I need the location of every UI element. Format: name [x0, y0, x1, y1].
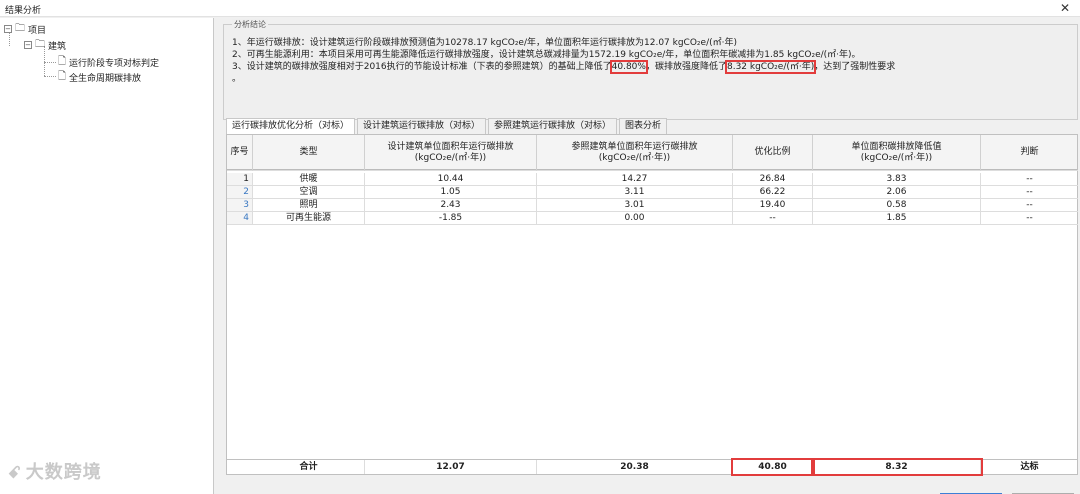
table-cell-ratio[interactable]: 19.40	[733, 199, 813, 212]
table-cell-judge[interactable]: --	[981, 199, 1078, 212]
table-cell-judge[interactable]: --	[981, 212, 1078, 225]
total-reference: 20.38	[537, 460, 733, 474]
tab-bar: 运行碳排放优化分析（对标） 设计建筑运行碳排放（对标） 参照建筑运行碳排放（对标…	[226, 118, 669, 134]
header-ratio: 优化比例	[733, 135, 813, 171]
total-label: 合计	[253, 460, 365, 474]
results-table: 序号 类型 设计建筑单位面积年运行碳排放 (kgCO₂e/(㎡·年)) 参照建筑…	[226, 134, 1078, 464]
table-cell-ratio[interactable]: --	[733, 212, 813, 225]
table-cell-seq[interactable]: 2	[227, 186, 253, 199]
reduction-percent-highlight: 40.80%	[609, 60, 648, 74]
table-cell-reduction[interactable]: 3.83	[813, 173, 981, 186]
header-judge: 判断	[981, 135, 1078, 171]
reduction-value-highlight: 8.32 kgCO₂e/(㎡·年)	[724, 60, 817, 74]
folder-icon: 🗀	[35, 38, 45, 50]
table-cell-reduction[interactable]: 1.85	[813, 212, 981, 225]
collapse-icon[interactable]: −	[24, 41, 32, 49]
tree-connector	[44, 62, 56, 63]
table-cell-judge[interactable]: --	[981, 173, 1078, 186]
analysis-summary: 分析结论 1、年运行碳排放：设计建筑运行阶段碳排放预测值为10278.17 kg…	[223, 19, 1078, 120]
table-cell-design[interactable]: 10.44	[365, 173, 537, 186]
summary-line-4: 。	[232, 74, 242, 84]
watermark-text: 大数跨境	[25, 462, 102, 483]
tree-item-lifecycle-carbon[interactable]: 🗋 全生命周期碳排放	[58, 70, 141, 84]
header-reduction: 单位面积碳排放降低值 (kgCO₂e/(㎡·年))	[813, 135, 981, 171]
table-cell-reduction[interactable]: 0.58	[813, 199, 981, 212]
table-cell-type[interactable]: 供暖	[253, 173, 365, 186]
project-tree: − 🗀 项目 − 🗀 建筑 🗋 运行阶段专项对标判定 🗋 全生命周期碳排放	[0, 18, 214, 494]
summary-line-3-mid: ，碳排放强度降低了	[645, 62, 727, 72]
tab-chart-analysis[interactable]: 图表分析	[619, 118, 668, 134]
table-cell-type[interactable]: 照明	[253, 199, 365, 212]
window-title: 结果分析	[5, 6, 42, 16]
table-cell-ratio[interactable]: 26.84	[733, 173, 813, 186]
total-design: 12.07	[365, 460, 537, 474]
tree-node-project[interactable]: − 🗀 项目	[4, 22, 46, 36]
tree-label-operation-benchmark: 运行阶段专项对标判定	[69, 58, 160, 69]
folder-icon: 🗀	[15, 22, 25, 34]
table-cell-reference[interactable]: 3.11	[537, 186, 733, 199]
totals-row: 合计 12.07 20.38 40.80 8.32 达标	[226, 458, 1078, 476]
table-cell-reference[interactable]: 14.27	[537, 173, 733, 186]
watermark: ꗃ 大数跨境	[8, 458, 102, 484]
tab-reference-building[interactable]: 参照建筑运行碳排放（对标）	[488, 118, 618, 134]
collapse-icon[interactable]: −	[4, 25, 12, 33]
tree-node-building[interactable]: − 🗀 建筑	[24, 38, 66, 52]
table-cell-reduction[interactable]: 2.06	[813, 186, 981, 199]
table-cell-reference[interactable]: 0.00	[537, 212, 733, 225]
table-cell-design[interactable]: 1.05	[365, 186, 537, 199]
result-panel: 分析结论 1、年运行碳排放：设计建筑运行阶段碳排放预测值为10278.17 kg…	[218, 18, 1080, 494]
table-cell-ratio[interactable]: 66.22	[733, 186, 813, 199]
table-cell-seq[interactable]: 3	[227, 199, 253, 212]
tree-connector	[44, 76, 56, 77]
table-cell-type[interactable]: 空调	[253, 186, 365, 199]
header-reference: 参照建筑单位面积年运行碳排放 (kgCO₂e/(㎡·年))	[537, 135, 733, 171]
watermark-logo: ꗃ	[8, 463, 22, 482]
total-reduction: 8.32	[811, 458, 983, 476]
header-design: 设计建筑单位面积年运行碳排放 (kgCO₂e/(㎡·年))	[365, 135, 537, 171]
table-cell-design[interactable]: -1.85	[365, 212, 537, 225]
table-cell-judge[interactable]: --	[981, 186, 1078, 199]
tree-label-lifecycle-carbon: 全生命周期碳排放	[69, 73, 142, 84]
tree-label-project: 项目	[28, 25, 47, 36]
tree-item-operation-benchmark[interactable]: 🗋 运行阶段专项对标判定	[58, 55, 159, 69]
window-titlebar: 结果分析 ✕	[0, 0, 1080, 17]
summary-line-3-text: 3、设计建筑的碳排放强度相对于2016执行的节能设计标准（下表的参照建筑）的基础…	[232, 62, 612, 72]
tab-design-building[interactable]: 设计建筑运行碳排放（对标）	[357, 118, 487, 134]
table-header: 序号 类型 设计建筑单位面积年运行碳排放 (kgCO₂e/(㎡·年)) 参照建筑…	[227, 135, 1078, 171]
table-cell-type[interactable]: 可再生能源	[253, 212, 365, 225]
table-cell-seq[interactable]: 4	[227, 212, 253, 225]
table-cell-reference[interactable]: 3.01	[537, 199, 733, 212]
header-seq: 序号	[227, 135, 253, 171]
document-icon: 🗋	[58, 70, 67, 82]
total-judge: 达标	[1020, 461, 1039, 472]
summary-line-3-end: ，达到了强制性要求	[814, 62, 896, 72]
summary-line-3: 3、设计建筑的碳排放强度相对于2016执行的节能设计标准（下表的参照建筑）的基础…	[232, 59, 896, 74]
summary-legend: 分析结论	[232, 19, 268, 30]
total-ratio: 40.80	[731, 458, 815, 476]
table-cell-seq[interactable]: 1	[227, 173, 253, 186]
tree-label-building: 建筑	[48, 41, 67, 52]
table-cell-design[interactable]: 2.43	[365, 199, 537, 212]
close-icon[interactable]: ✕	[1060, 1, 1070, 15]
tab-optimization-analysis[interactable]: 运行碳排放优化分析（对标）	[226, 118, 356, 134]
header-type: 类型	[253, 135, 365, 171]
